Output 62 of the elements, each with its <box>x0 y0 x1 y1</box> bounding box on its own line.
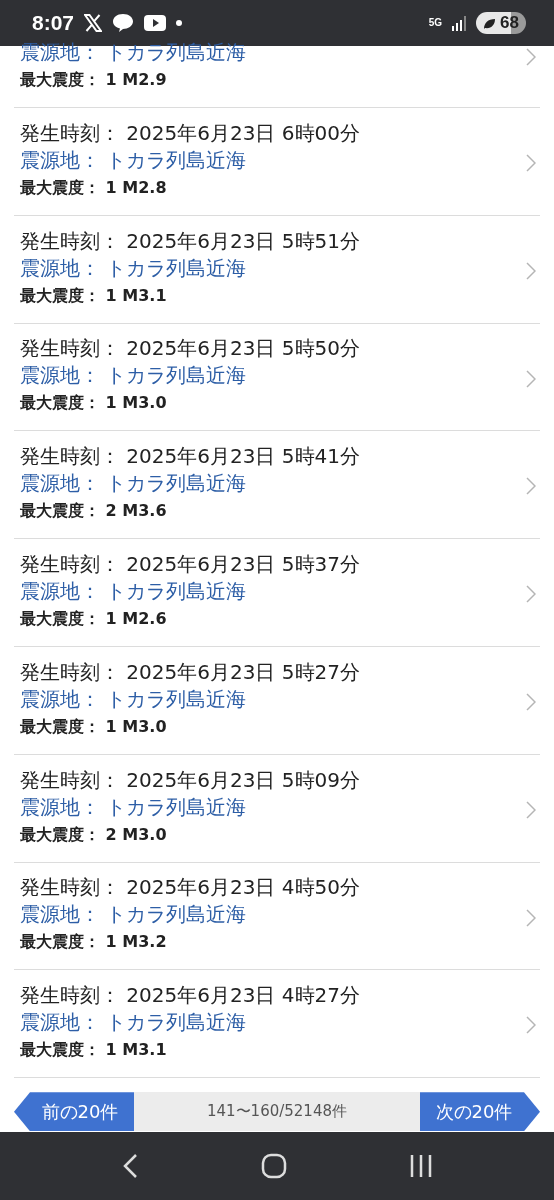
max-intensity-text: 最大震度： 1 M3.1 <box>20 1039 167 1062</box>
occurrence-time: 発生時刻： 2025年6月23日 5時51分 <box>20 227 360 255</box>
recent-apps-icon[interactable] <box>410 1154 433 1178</box>
occurrence-time: 発生時刻： 2025年6月23日 5時41分 <box>20 443 360 471</box>
epicenter-text: 震源地： トカラ列島近海 <box>20 362 247 390</box>
epicenter-text: 震源地： トカラ列島近海 <box>20 901 247 929</box>
occurrence-time: 発生時刻： 2025年6月23日 5時27分 <box>20 658 360 686</box>
chevron-right-icon <box>526 261 536 280</box>
epicenter-text: 震源地： トカラ列島近海 <box>20 470 247 498</box>
chat-bubble-icon <box>112 13 135 33</box>
earthquake-list-item[interactable]: 発生時刻： 2025年6月23日 4時50分 震源地： トカラ列島近海 最大震度： 1 M3.2 <box>14 862 540 971</box>
max-intensity-text: 最大震度： 1 M2.6 <box>20 608 167 630</box>
max-intensity-text: 最大震度： 1 M2.9 <box>20 69 167 91</box>
earthquake-list-item[interactable]: 発生時刻： 2025年6月23日 5時50分 震源地： トカラ列島近海 最大震度： 1 M3.0 <box>14 323 540 432</box>
earthquake-list-item[interactable]: 発生時刻： 2025年6月23日 6時00分 震源地： トカラ列島近海 最大震度： 1 M2.8 <box>14 108 540 216</box>
max-intensity-text: 最大震度： 1 M3.2 <box>20 931 167 954</box>
earthquake-list-item[interactable]: 発生時刻： 2025年6月23日 5時09分 震源地： トカラ列島近海 最大震度： 2 M3.0 <box>14 754 540 863</box>
next-page-button[interactable]: 次の20件 <box>420 1092 540 1132</box>
result-range: 141〜160/52148件 <box>134 1092 420 1132</box>
earthquake-list-item[interactable]: 発生時刻： 2025年6月23日 5時27分 震源地： トカラ列島近海 最大震度： 1 M3.0 <box>14 647 540 755</box>
clock-time: 8:07 <box>32 11 75 35</box>
epicenter-text: 震源地： トカラ列島近海 <box>20 793 247 821</box>
occurrence-time: 発生時刻： 2025年6月23日 5時09分 <box>20 766 360 794</box>
max-intensity-text: 最大震度： 1 M2.8 <box>20 176 167 199</box>
home-icon[interactable] <box>261 1153 287 1179</box>
max-intensity-text: 最大震度： 1 M3.0 <box>20 392 167 415</box>
previous-page-button[interactable]: 前の20件 <box>14 1092 134 1132</box>
earthquake-list-item[interactable]: 発生時刻： 2025年6月23日 5時37分 震源地： トカラ列島近海 最大震度： 1 M2.6 <box>14 539 540 647</box>
signal-icon <box>452 15 467 31</box>
occurrence-time: 発生時刻： 2025年6月23日 5時50分 <box>20 335 360 363</box>
chevron-right-icon <box>526 48 536 66</box>
epicenter-text: 震源地： トカラ列島近海 <box>20 1009 247 1037</box>
chevron-right-icon <box>526 154 536 172</box>
epicenter-text: 震源地： トカラ列島近海 <box>20 146 247 174</box>
dot-icon <box>176 20 183 26</box>
max-intensity-text: 最大震度： 2 M3.0 <box>20 823 167 846</box>
chevron-right-icon <box>526 369 536 388</box>
chevron-right-icon <box>526 800 536 819</box>
leaf-icon <box>482 17 497 31</box>
network-type: 5G <box>428 18 443 28</box>
occurrence-time: 発生時刻： 2025年6月23日 6時00分 <box>20 119 360 147</box>
epicenter-text: 震源地： トカラ列島近海 <box>20 254 247 282</box>
epicenter-text: 震源地： トカラ列島近海 <box>20 578 247 605</box>
occurrence-time: 発生時刻： 2025年6月23日 4時50分 <box>20 874 360 902</box>
chevron-right-icon <box>526 477 536 496</box>
chevron-right-icon <box>526 908 536 927</box>
chevron-right-icon <box>526 1016 536 1035</box>
chevron-right-icon <box>526 585 536 604</box>
max-intensity-text: 最大震度： 2 M3.6 <box>20 500 167 523</box>
occurrence-time: 発生時刻： 2025年6月23日 5時37分 <box>20 551 360 578</box>
max-intensity-text: 最大震度： 1 M3.1 <box>20 284 167 307</box>
earthquake-list-item[interactable]: 発生時刻： 2025年6月23日 4時27分 震源地： トカラ列島近海 最大震度： 1 M3.1 <box>14 970 540 1079</box>
epicenter-text: 震源地： トカラ列島近海 <box>20 685 247 713</box>
chevron-right-icon <box>526 693 536 711</box>
video-play-icon <box>144 15 167 31</box>
back-icon[interactable] <box>121 1153 138 1179</box>
max-intensity-text: 最大震度： 1 M3.0 <box>20 715 167 738</box>
occurrence-time: 発生時刻： 2025年6月23日 4時27分 <box>20 982 360 1010</box>
battery-level: 68 <box>500 13 519 32</box>
earthquake-list-item[interactable]: 発生時刻： 2025年6月23日 5時51分 震源地： トカラ列島近海 最大震度： 1 M3.1 <box>14 215 540 324</box>
earthquake-list-item[interactable]: 発生時刻： 2025年6月23日 5時41分 震源地： トカラ列島近海 最大震度： 2 M3.6 <box>14 431 540 540</box>
x-logo-icon <box>84 14 103 32</box>
